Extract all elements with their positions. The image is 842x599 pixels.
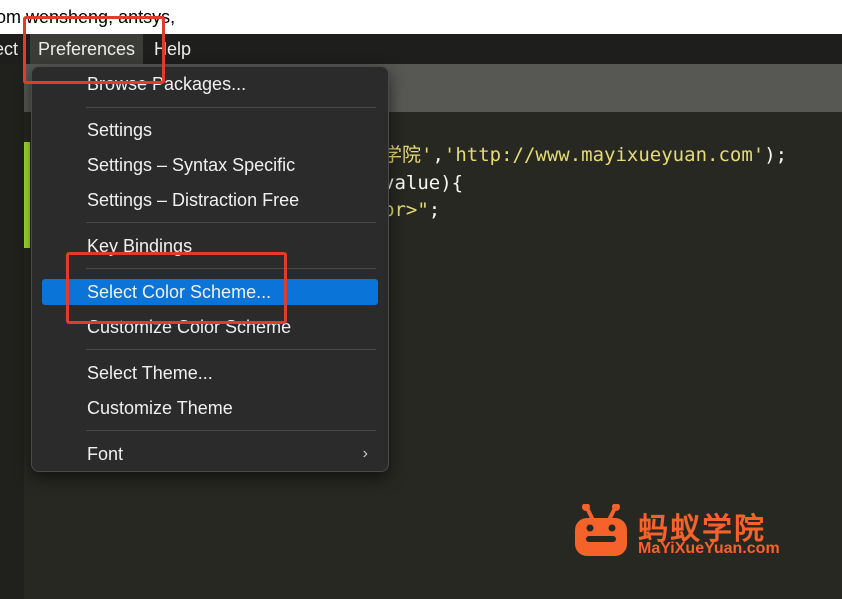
watermark-logo: 蚂蚁学院 MaYiXueYuan.com <box>572 500 802 560</box>
code-line: br>"; <box>383 197 440 223</box>
code-string: 学院' <box>383 144 433 166</box>
submenu-chevron-icon: › <box>362 445 368 462</box>
code-string: br>" <box>383 199 429 221</box>
code-line: 学院','http://www.mayixueyuan.com'); <box>383 142 787 168</box>
ant-logo-icon <box>575 504 627 556</box>
code-punct: , <box>432 144 444 166</box>
modified-lines-marker <box>24 142 30 248</box>
menu-item-label: Customize Theme <box>87 398 233 418</box>
menu-item-label: Settings – Syntax Specific <box>87 155 296 175</box>
code-line: value){ <box>383 170 463 196</box>
annotation-highlight-box <box>66 252 287 324</box>
watermark-url: MaYiXueYuan.com <box>638 540 780 557</box>
menu-separator <box>86 222 376 223</box>
code-text: value){ <box>383 172 464 194</box>
menu-item-label: Select Theme... <box>87 363 213 383</box>
menu-item-font[interactable]: Font › <box>42 441 378 467</box>
menu-separator <box>86 107 376 108</box>
menu-item-settings-distraction-free[interactable]: Settings – Distraction Free <box>42 187 378 213</box>
code-string: 'http://www.mayixueyuan.com' <box>443 144 765 166</box>
annotation-highlight-box <box>23 16 165 84</box>
menu-item-label: Font <box>87 444 124 464</box>
menu-separator <box>86 349 376 350</box>
code-punct: ; <box>428 199 441 221</box>
line-gutter <box>0 64 24 599</box>
menu-item-settings[interactable]: Settings <box>42 117 378 143</box>
menu-item-settings-syntax-specific[interactable]: Settings – Syntax Specific <box>42 152 378 178</box>
menu-item-label: Settings <box>87 120 153 140</box>
menu-project[interactable]: ect <box>0 34 18 64</box>
code-punct: ); <box>764 144 788 166</box>
menu-item-select-theme[interactable]: Select Theme... <box>42 360 378 386</box>
menu-item-label: Settings – Distraction Free <box>87 190 300 210</box>
menu-separator <box>86 430 376 431</box>
menu-item-customize-theme[interactable]: Customize Theme <box>42 395 378 421</box>
